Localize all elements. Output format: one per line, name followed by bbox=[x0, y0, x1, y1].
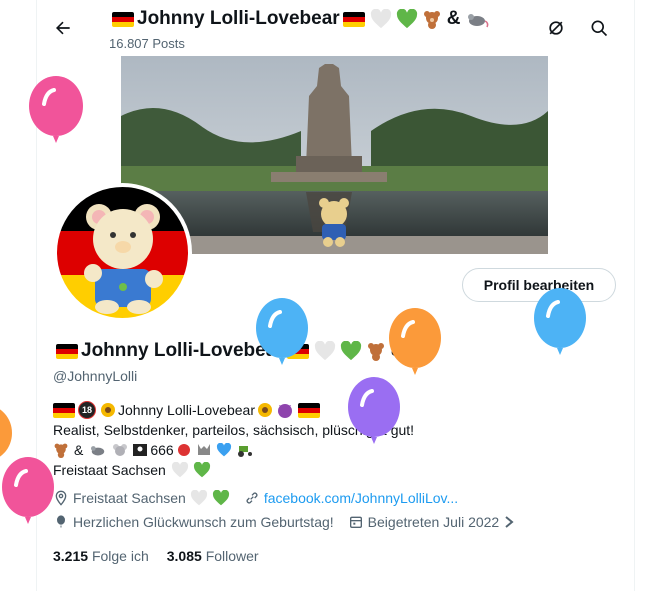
orange-balloon-decoration bbox=[389, 308, 441, 375]
back-button[interactable] bbox=[49, 14, 77, 42]
location-text: Freistaat Sachsen bbox=[73, 490, 186, 506]
post-count: 16.807 Posts bbox=[109, 36, 185, 51]
followers-count: 3.085 bbox=[166, 548, 202, 564]
profile-header: Johnny Lolli-Lovebear & 16.807 Posts bbox=[37, 0, 634, 56]
bio-ampersand: & bbox=[74, 442, 84, 458]
header-title: Johnny Lolli-Lovebear & bbox=[109, 8, 491, 30]
avatar-image bbox=[57, 187, 188, 318]
rooster-icon bbox=[177, 444, 190, 456]
green-heart-icon bbox=[193, 462, 210, 478]
green-heart-icon bbox=[212, 490, 229, 506]
age-18-badge: 18 bbox=[78, 401, 96, 419]
germany-flag-icon bbox=[53, 402, 75, 418]
profile-meta-row1: Freistaat Sachsen facebook.com/JohnnyLol… bbox=[53, 490, 458, 506]
white-heart-icon bbox=[370, 9, 391, 29]
teddy-bear-icon bbox=[423, 11, 440, 29]
teddy-bear-icon bbox=[367, 343, 384, 361]
blue-balloon-decoration bbox=[256, 298, 308, 365]
profile-meta-row2: Herzlichen Glückwunsch zum Geburtstag! B… bbox=[53, 514, 519, 530]
teddy-bear-icon bbox=[54, 443, 68, 458]
bio-line1-name: Johnny Lolli-Lovebear bbox=[118, 402, 255, 418]
pink-balloon-decoration bbox=[2, 457, 54, 524]
website-link[interactable]: facebook.com/JohnnyLolliLov... bbox=[264, 490, 458, 506]
title-ampersand: & bbox=[446, 8, 461, 29]
link-icon bbox=[244, 490, 260, 506]
germany-flag-icon bbox=[112, 11, 134, 27]
column-border-right bbox=[634, 0, 635, 591]
devil-face-icon bbox=[277, 404, 292, 418]
joined-text: Beigetreten Juli 2022 bbox=[367, 514, 500, 530]
white-heart-icon bbox=[190, 490, 207, 506]
display-name: Johnny Lolli-Lovebear & bbox=[53, 340, 435, 362]
tractor-icon bbox=[237, 446, 252, 457]
germany-flag-icon bbox=[56, 343, 78, 359]
sunflower-icon bbox=[101, 403, 115, 417]
following-count: 3.215 bbox=[53, 548, 89, 564]
grok-toggle-button[interactable] bbox=[542, 14, 570, 42]
header-title-text: Johnny Lolli-Lovebear bbox=[137, 8, 340, 29]
rat-icon bbox=[91, 446, 105, 456]
following-label: Folge ich bbox=[91, 548, 149, 564]
follow-stats: 3.215 Folge ich 3.085 Follower bbox=[53, 548, 259, 564]
sunflower-icon bbox=[257, 403, 272, 417]
circle-slash-icon bbox=[549, 21, 563, 35]
following-link[interactable]: 3.215 Folge ich bbox=[53, 548, 149, 564]
mouse-face-icon bbox=[113, 444, 128, 456]
germany-flag-icon bbox=[342, 11, 365, 27]
blue-heart-icon bbox=[216, 443, 231, 457]
bio-line4: Freistaat Sachsen bbox=[53, 462, 166, 478]
bio-number: 666 bbox=[150, 442, 174, 458]
pirate-flag-icon bbox=[133, 444, 148, 456]
calendar-icon bbox=[348, 514, 364, 530]
birthday-text: Herzlichen Glückwunsch zum Geburtstag! bbox=[73, 514, 334, 530]
white-heart-icon bbox=[171, 462, 188, 478]
chevron-right-icon[interactable] bbox=[503, 515, 515, 529]
rat-icon bbox=[468, 14, 489, 28]
followers-label: Follower bbox=[205, 548, 259, 564]
pink-balloon-decoration bbox=[29, 76, 83, 143]
green-heart-icon bbox=[340, 341, 361, 361]
followers-link[interactable]: 3.085 Follower bbox=[167, 548, 259, 564]
avatar[interactable] bbox=[53, 183, 192, 322]
germany-flag-icon bbox=[297, 402, 320, 418]
user-handle: @JohnnyLolli bbox=[53, 368, 138, 384]
white-heart-icon bbox=[314, 341, 335, 361]
search-icon bbox=[591, 20, 608, 37]
purple-balloon-decoration bbox=[348, 377, 400, 444]
arrow-left-icon bbox=[56, 21, 70, 35]
green-heart-icon bbox=[396, 9, 417, 29]
orange-balloon-decoration bbox=[0, 409, 12, 457]
wolf-icon bbox=[197, 444, 210, 455]
blue-balloon-decoration bbox=[534, 288, 586, 355]
search-button[interactable] bbox=[585, 14, 613, 42]
